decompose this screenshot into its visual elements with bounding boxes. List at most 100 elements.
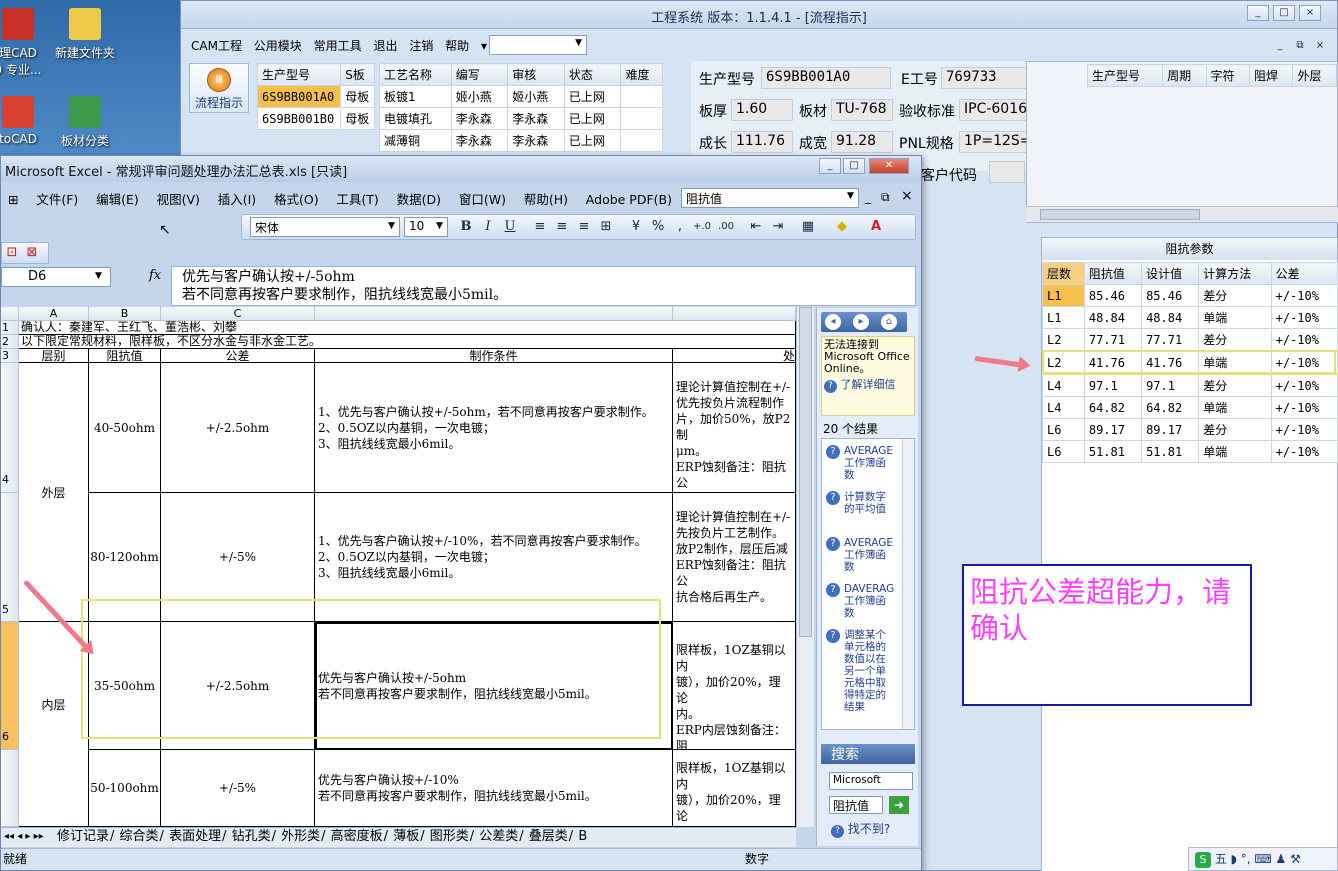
- width-field[interactable]: 91.28: [831, 131, 893, 153]
- result-item[interactable]: ? 计算数字的平均值: [826, 491, 896, 515]
- comma-style-icon[interactable]: ,: [670, 218, 690, 236]
- excel-menu-tools[interactable]: 工具(T): [329, 186, 385, 211]
- search-go-icon[interactable]: ➜: [889, 796, 909, 814]
- scroll-thumb[interactable]: [799, 307, 812, 637]
- excel-menu-window[interactable]: 窗口(W): [452, 186, 513, 211]
- chevron-down-icon[interactable]: ▼: [95, 271, 102, 281]
- column-header-b[interactable]: B: [89, 307, 161, 321]
- order-col-header[interactable]: 阻焊: [1249, 64, 1294, 87]
- process-col-header[interactable]: 状态: [563, 63, 622, 86]
- order-col-header[interactable]: 周期: [1162, 64, 1207, 87]
- sheet-tab[interactable]: 综合类: [119, 829, 160, 844]
- excel-maximize-button[interactable]: □: [843, 158, 865, 174]
- underline-icon[interactable]: U: [500, 218, 520, 236]
- cam-mdi-restore[interactable]: ⧉: [1289, 39, 1311, 55]
- row-header-selected[interactable]: 6: [1, 622, 19, 750]
- cell-b4[interactable]: 40-50ohm: [89, 363, 161, 493]
- increase-decimal-icon[interactable]: +.0: [692, 218, 712, 236]
- cell-e7[interactable]: 限样板，1OZ基铜以内 镀），加价20%，理论 内。 ERP内层蚀刻备注：阻 抗…: [673, 750, 796, 827]
- row-header[interactable]: 5: [1, 493, 19, 622]
- cam-combo-box[interactable]: ▼: [489, 35, 587, 55]
- back-icon[interactable]: ◂: [825, 314, 841, 330]
- result-item[interactable]: ? AVERAGE 工作簿函数: [826, 445, 896, 481]
- table-row[interactable]: 板镀1 姬小燕 姬小燕 已上网: [379, 85, 663, 108]
- table-row[interactable]: 减薄铜 李永森 李永森 已上网: [379, 129, 663, 152]
- row-header[interactable]: 3: [1, 349, 19, 363]
- model-col-header[interactable]: 生产型号: [256, 63, 342, 86]
- function-icon[interactable]: fx: [149, 268, 161, 283]
- row-header[interactable]: 2: [1, 335, 19, 349]
- chevron-down-icon[interactable]: ▼: [388, 221, 395, 231]
- model-field[interactable]: 6S9BB001A0: [761, 67, 891, 89]
- cell-b7[interactable]: 50-100ohm: [89, 750, 161, 827]
- mdi-restore-icon[interactable]: ⧉: [881, 190, 890, 205]
- sheet-tab[interactable]: 钻孔类: [231, 829, 272, 844]
- decrease-decimal-icon[interactable]: .00: [716, 218, 736, 236]
- cam-menu-common-module[interactable]: 公用模块: [250, 35, 306, 56]
- column-header-e[interactable]: [673, 307, 796, 321]
- sheet-tab[interactable]: B: [577, 829, 588, 844]
- cell-c3[interactable]: 公差: [161, 349, 315, 363]
- standard-field[interactable]: IPC-6016: [959, 99, 1031, 121]
- cam-maximize-button[interactable]: □: [1273, 5, 1295, 21]
- cell-e6[interactable]: 限样板，1OZ基铜以内 镀），加价20%，理论 内。 ERP内层蚀刻备注：阻 抗…: [673, 622, 796, 750]
- model-col-header[interactable]: S板: [340, 63, 375, 86]
- italic-icon[interactable]: I: [478, 218, 498, 236]
- cell-c4[interactable]: +/-2.5ohm: [161, 363, 315, 493]
- imp-col-header[interactable]: 阻抗值: [1083, 262, 1143, 285]
- cam-menu-exit[interactable]: 退出: [369, 35, 401, 56]
- cam-menu-help[interactable]: 帮助: [441, 35, 473, 56]
- imp-col-header[interactable]: 设计值: [1141, 262, 1200, 285]
- percent-icon[interactable]: %: [648, 218, 668, 236]
- table-row[interactable]: 电镀填孔 李永森 李永森 已上网: [379, 107, 663, 130]
- cell-a6-inner-layer[interactable]: 内层: [19, 622, 89, 827]
- desktop-icon-board-class[interactable]: 板材分类: [45, 96, 125, 149]
- sheet-tab[interactable]: 公差类: [478, 829, 519, 844]
- worksheet-v-scrollbar[interactable]: [796, 307, 814, 827]
- process-col-header[interactable]: 难度: [620, 63, 663, 86]
- excel-menu-data[interactable]: 数据(D): [390, 186, 448, 211]
- cam-mdi-min[interactable]: _: [1269, 39, 1291, 55]
- excel-menu-view[interactable]: 视图(V): [150, 186, 207, 211]
- currency-icon[interactable]: ¥: [626, 218, 646, 236]
- imp-col-header[interactable]: 层数: [1042, 262, 1085, 285]
- length-field[interactable]: 111.76: [731, 131, 793, 153]
- process-col-header[interactable]: 审核: [507, 63, 565, 86]
- table-row[interactable]: 6S9BB001B0 母板: [256, 107, 375, 130]
- ime-tray[interactable]: S 五 ◗ °, ⌨ ♟ ⚒: [1188, 847, 1338, 871]
- row-header[interactable]: 1: [1, 321, 19, 335]
- formula-bar[interactable]: 优先与客户确认按+/-5ohm 若不同意再按客户要求制作，阻抗线线宽最小5mil…: [171, 266, 916, 306]
- table-row[interactable]: L1 48.84 48.84 单端 +/-10%: [1042, 306, 1338, 329]
- desktop-icon-new-folder[interactable]: 新建文件夹: [45, 8, 125, 61]
- cell-d4[interactable]: 1、优先与客户确认按+/-5ohm，若不同意再按客户要求制作。 2、0.5OZ以…: [315, 363, 673, 493]
- cell-e5[interactable]: 理论计算值控制在+/- 先按负片工艺制作。 放P2制作，层压后减 ERP蚀刻备注…: [673, 493, 796, 622]
- scroll-thumb[interactable]: [1040, 209, 1200, 220]
- cell-c7[interactable]: +/-5%: [161, 750, 315, 827]
- cam-mdi-close[interactable]: ×: [1309, 39, 1331, 55]
- excel-menu-icon[interactable]: ⊞: [1, 189, 25, 210]
- cell-a1[interactable]: 确认人：秦建军、王红飞、董浩彬、刘攀: [19, 321, 796, 335]
- material-field[interactable]: TU-768: [831, 99, 893, 121]
- not-found-link[interactable]: ? 找不到?: [831, 820, 890, 838]
- table-row[interactable]: 6S9BB001A0 母板: [256, 85, 375, 108]
- eno-field[interactable]: 769733: [941, 67, 1031, 89]
- align-left-icon[interactable]: ≡: [530, 218, 550, 236]
- cam-minimize-button[interactable]: _: [1247, 5, 1269, 21]
- cell-d3[interactable]: 制作条件: [315, 349, 673, 363]
- cam-menu-logout[interactable]: 注销: [405, 35, 437, 56]
- table-row[interactable]: L2 77.71 77.71 差分 +/-10%: [1042, 328, 1338, 352]
- bold-icon[interactable]: B: [456, 218, 476, 236]
- row-header[interactable]: [1, 750, 19, 827]
- flow-indicator-button[interactable]: Ⅲ 流程指示: [189, 63, 249, 113]
- column-header-d[interactable]: [315, 307, 673, 321]
- borders-icon[interactable]: ▦: [798, 218, 818, 236]
- sheet-tab[interactable]: 高密度板: [330, 829, 384, 844]
- excel-menu-file[interactable]: 文件(F): [29, 186, 85, 211]
- cam-close-button[interactable]: ×: [1299, 5, 1321, 21]
- fill-color-icon[interactable]: ◆: [832, 218, 852, 236]
- increase-indent-icon[interactable]: ⇥: [768, 218, 788, 236]
- cell-a2[interactable]: 以下限定常规材料，限样板，不区分水金与非水金工艺。: [19, 335, 796, 349]
- worksheet[interactable]: A B C 1 2 3 4 5 6 确认人：秦建军、王红飞、董浩彬、刘攀 以下限…: [1, 307, 796, 827]
- forward-icon[interactable]: ▸: [853, 314, 869, 330]
- cam-menu-cam[interactable]: CAM工程: [187, 35, 246, 56]
